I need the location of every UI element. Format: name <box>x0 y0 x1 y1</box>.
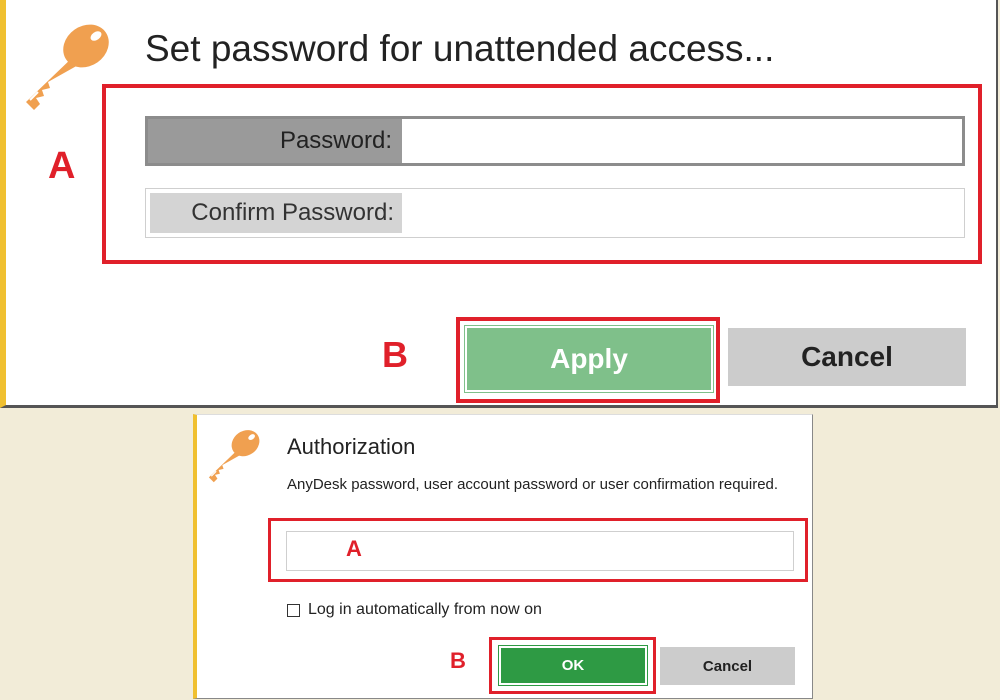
cancel-button[interactable]: Cancel <box>728 328 966 386</box>
auto-login-checkbox[interactable] <box>287 603 300 617</box>
key-icon <box>208 430 260 483</box>
marker-b: B <box>450 648 466 673</box>
highlight-box-a <box>102 84 982 264</box>
apply-button[interactable]: Apply <box>464 325 714 393</box>
marker-a: A <box>346 536 362 561</box>
auto-login-row[interactable]: Log in automatically from now on <box>287 601 542 619</box>
auto-login-label: Log in automatically from now on <box>308 601 542 618</box>
key-icon <box>26 24 109 110</box>
dialog-title: Set password for unattended access... <box>145 28 775 69</box>
ok-button[interactable]: OK <box>498 645 648 686</box>
authorization-title: Authorization <box>287 434 416 459</box>
authorization-message: AnyDesk password, user account password … <box>287 476 779 493</box>
cancel-button[interactable]: Cancel <box>660 647 795 685</box>
marker-b: B <box>382 334 408 375</box>
marker-a: A <box>48 145 76 187</box>
